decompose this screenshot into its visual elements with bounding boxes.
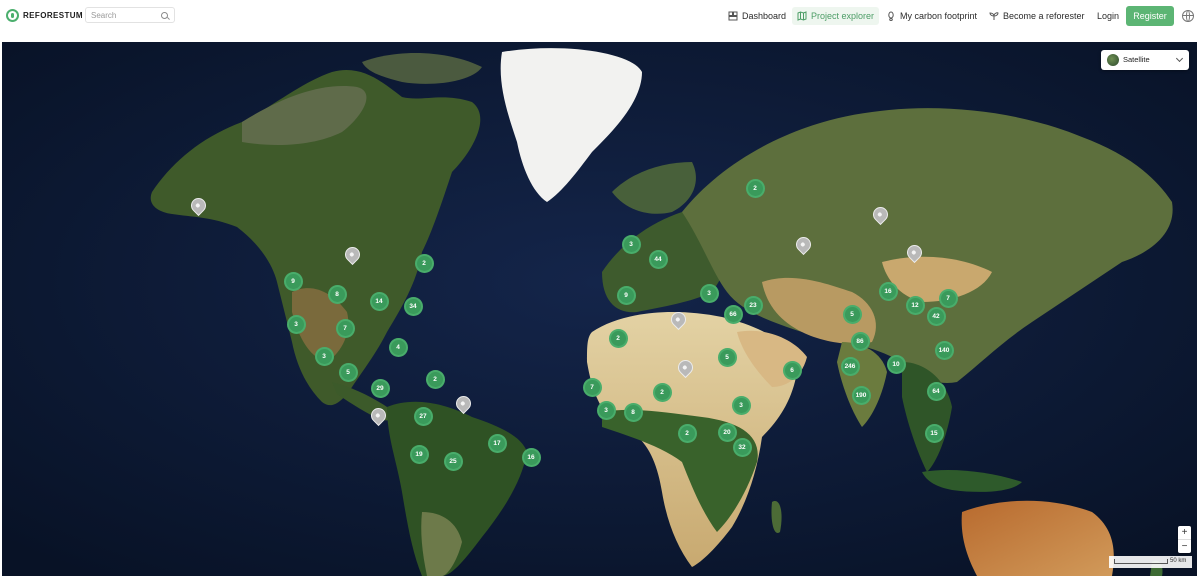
project-cluster[interactable]: 2 — [425, 369, 445, 389]
project-cluster[interactable]: 29 — [370, 378, 390, 398]
project-cluster[interactable]: 25 — [443, 451, 463, 471]
nav-project-explorer-label: Project explorer — [811, 11, 875, 21]
project-cluster[interactable]: 3 — [596, 400, 616, 420]
project-cluster[interactable]: 27 — [413, 406, 433, 426]
satellite-thumbnail-icon — [1107, 54, 1119, 66]
zoom-out-button[interactable]: − — [1178, 540, 1191, 553]
project-cluster[interactable]: 66 — [723, 304, 743, 324]
project-cluster[interactable]: 140 — [934, 340, 954, 360]
nav-become-reforester-label: Become a reforester — [1003, 11, 1085, 21]
project-cluster[interactable]: 5 — [842, 304, 862, 324]
nav-carbon-footprint-label: My carbon footprint — [900, 11, 978, 21]
sprout-icon — [989, 12, 999, 20]
map-scale: 50 km — [1109, 556, 1192, 568]
world-map[interactable]: Satellite 2 3 44 9 3 23 66 16 12 7 5 42 … — [2, 42, 1197, 576]
project-cluster[interactable]: 6 — [782, 360, 802, 380]
project-cluster[interactable]: 86 — [850, 331, 870, 351]
project-cluster[interactable]: 5 — [338, 362, 358, 382]
map-icon — [797, 11, 807, 21]
project-cluster[interactable]: 19 — [409, 444, 429, 464]
project-cluster[interactable]: 23 — [743, 295, 763, 315]
project-cluster[interactable]: 7 — [938, 288, 958, 308]
project-cluster[interactable]: 44 — [648, 249, 668, 269]
project-cluster[interactable]: 10 — [886, 354, 906, 374]
project-cluster[interactable]: 3 — [731, 395, 751, 415]
search-input[interactable] — [91, 9, 157, 21]
project-cluster[interactable]: 3 — [286, 314, 306, 334]
map-layer-select[interactable]: Satellite — [1101, 50, 1189, 70]
project-cluster[interactable]: 7 — [582, 377, 602, 397]
map-layer-label: Satellite — [1123, 55, 1150, 64]
project-cluster[interactable]: 2 — [414, 253, 434, 273]
project-cluster[interactable]: 2 — [745, 178, 765, 198]
globe-icon[interactable] — [1182, 10, 1194, 22]
project-cluster[interactable]: 246 — [840, 356, 860, 376]
chevron-down-icon — [1175, 54, 1184, 63]
project-cluster[interactable]: 32 — [732, 437, 752, 457]
project-cluster[interactable]: 16 — [878, 281, 898, 301]
map-terrain — [2, 42, 1197, 576]
logo[interactable]: REFORESTUM — [6, 9, 83, 22]
project-cluster[interactable]: 42 — [926, 306, 946, 326]
project-cluster[interactable]: 190 — [851, 385, 871, 405]
project-cluster[interactable]: 7 — [335, 318, 355, 338]
scale-bar — [1114, 559, 1168, 564]
project-cluster[interactable]: 9 — [616, 285, 636, 305]
zoom-in-button[interactable]: + — [1178, 526, 1191, 540]
nav-dashboard[interactable]: Dashboard — [723, 7, 791, 25]
logo-text: REFORESTUM — [23, 11, 83, 20]
project-cluster[interactable]: 64 — [926, 381, 946, 401]
project-cluster[interactable]: 2 — [608, 328, 628, 348]
footprint-icon — [888, 11, 894, 21]
project-cluster[interactable]: 15 — [924, 423, 944, 443]
project-cluster[interactable]: 17 — [487, 433, 507, 453]
project-cluster[interactable]: 2 — [652, 382, 672, 402]
zoom-controls: + − — [1178, 526, 1191, 553]
project-cluster[interactable]: 3 — [699, 283, 719, 303]
project-cluster[interactable]: 8 — [327, 284, 347, 304]
dashboard-icon — [728, 11, 738, 21]
project-cluster[interactable]: 8 — [623, 402, 643, 422]
top-navigation-bar: REFORESTUM Dashboard Project explorer My… — [0, 0, 1200, 34]
scale-label: 50 km — [1170, 558, 1187, 564]
project-cluster[interactable]: 14 — [369, 291, 389, 311]
nav-project-explorer[interactable]: Project explorer — [792, 7, 880, 25]
nav-carbon-footprint[interactable]: My carbon footprint — [881, 7, 982, 25]
project-cluster[interactable]: 2 — [677, 423, 697, 443]
project-cluster[interactable]: 16 — [521, 447, 541, 467]
nav-become-reforester[interactable]: Become a reforester — [984, 7, 1090, 25]
search-box — [85, 7, 175, 23]
project-cluster[interactable]: 34 — [403, 296, 423, 316]
register-button[interactable]: Register — [1126, 6, 1174, 26]
logo-leaf-icon — [6, 9, 19, 22]
project-cluster[interactable]: 4 — [388, 337, 408, 357]
project-cluster[interactable]: 3 — [314, 346, 334, 366]
login-button[interactable]: Login — [1091, 7, 1125, 25]
project-cluster[interactable]: 3 — [621, 234, 641, 254]
project-cluster[interactable]: 5 — [717, 347, 737, 367]
nav-dashboard-label: Dashboard — [742, 11, 787, 21]
project-cluster[interactable]: 9 — [283, 271, 303, 291]
project-cluster[interactable]: 12 — [905, 295, 925, 315]
search-icon[interactable] — [161, 12, 168, 19]
project-cluster[interactable]: 20 — [717, 422, 737, 442]
